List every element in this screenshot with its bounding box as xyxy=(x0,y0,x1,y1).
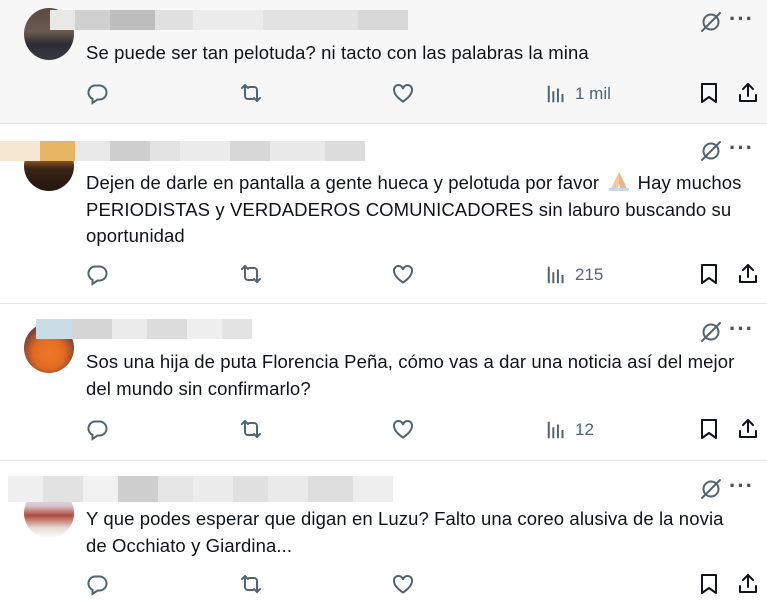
like-icon xyxy=(391,262,415,286)
like-button[interactable] xyxy=(391,417,415,443)
bookmark-button[interactable] xyxy=(697,81,721,107)
share-icon xyxy=(736,417,760,441)
reply-button[interactable] xyxy=(85,417,109,443)
views-count: 1 mil xyxy=(575,84,611,103)
reply-button[interactable] xyxy=(85,81,109,107)
share-button[interactable] xyxy=(736,81,760,107)
author-name-redacted xyxy=(0,141,365,161)
post-4[interactable]: ··· Y que podes esperar que digan en Luz… xyxy=(0,460,767,579)
author-name-redacted xyxy=(36,319,252,339)
views-count: 12 xyxy=(575,420,594,439)
bookmark-icon xyxy=(697,572,721,596)
share-icon xyxy=(736,262,760,286)
repost-button[interactable] xyxy=(239,572,263,598)
post-1[interactable]: ··· Se puede ser tan pelotuda? ni tacto … xyxy=(0,0,767,124)
repost-button[interactable] xyxy=(239,262,263,288)
post-3[interactable]: ··· Sos una hija de puta Florencia Peña,… xyxy=(0,303,767,461)
like-button[interactable] xyxy=(391,572,415,598)
praying-hands-emoji xyxy=(609,172,630,191)
repost-button[interactable] xyxy=(239,81,263,107)
views-count: 215 xyxy=(575,265,604,284)
repost-icon xyxy=(239,262,263,286)
views-icon xyxy=(545,264,567,286)
post-text: Se puede ser tan pelotuda? ni tacto con … xyxy=(86,42,589,63)
grok-icon[interactable] xyxy=(699,10,723,34)
grok-icon[interactable] xyxy=(699,477,723,501)
post-top-icons: ··· xyxy=(699,318,759,346)
reply-icon xyxy=(85,262,109,286)
views-icon xyxy=(545,419,567,441)
repost-icon xyxy=(239,417,263,441)
grok-icon[interactable] xyxy=(699,320,723,344)
repost-button[interactable] xyxy=(239,417,263,443)
more-icon[interactable]: ··· xyxy=(729,137,755,163)
grok-icon[interactable] xyxy=(699,139,723,163)
like-icon xyxy=(391,81,415,105)
bookmark-button[interactable] xyxy=(697,417,721,443)
share-button[interactable] xyxy=(736,262,760,288)
bookmark-button[interactable] xyxy=(697,262,721,288)
repost-icon xyxy=(239,81,263,105)
action-bar: 12 xyxy=(85,417,765,445)
action-bar xyxy=(85,572,765,600)
views-button[interactable]: 215 xyxy=(545,262,603,288)
action-bar: 1 mil xyxy=(85,81,765,109)
post-text-main: Dejen de darle en pantalla a gente hueca… xyxy=(86,172,600,193)
bookmark-icon xyxy=(697,417,721,441)
author-name-redacted xyxy=(8,476,393,502)
post-text: Sos una hija de puta Florencia Peña, cóm… xyxy=(86,351,735,399)
bookmark-button[interactable] xyxy=(697,572,721,598)
like-icon xyxy=(391,417,415,441)
bookmark-icon xyxy=(697,81,721,105)
like-icon xyxy=(391,572,415,596)
author-name-redacted xyxy=(50,10,408,30)
post-text: Dejen de darle en pantalla a gente hueca… xyxy=(86,170,746,250)
share-button[interactable] xyxy=(736,572,760,598)
share-icon xyxy=(736,81,760,105)
post-top-icons: ··· xyxy=(699,8,759,36)
bookmark-icon xyxy=(697,262,721,286)
repost-icon xyxy=(239,572,263,596)
post-top-icons: ··· xyxy=(699,475,759,503)
reply-button[interactable] xyxy=(85,262,109,288)
views-button[interactable]: 1 mil xyxy=(545,81,611,107)
reply-icon xyxy=(85,572,109,596)
post-top-icons: ··· xyxy=(699,137,759,165)
views-icon xyxy=(545,83,567,105)
share-icon xyxy=(736,572,760,596)
more-icon[interactable]: ··· xyxy=(729,475,755,501)
action-bar: 215 xyxy=(85,262,765,290)
more-icon[interactable]: ··· xyxy=(729,8,755,34)
views-button[interactable]: 12 xyxy=(545,417,594,443)
reply-button[interactable] xyxy=(85,572,109,598)
reply-icon xyxy=(85,81,109,105)
post-2[interactable]: ··· Dejen de darle en pantalla a gente h… xyxy=(0,123,767,304)
like-button[interactable] xyxy=(391,262,415,288)
post-text: Y que podes esperar que digan en Luzu? F… xyxy=(86,508,724,556)
more-icon[interactable]: ··· xyxy=(729,318,755,344)
reply-icon xyxy=(85,417,109,441)
share-button[interactable] xyxy=(736,417,760,443)
like-button[interactable] xyxy=(391,81,415,107)
